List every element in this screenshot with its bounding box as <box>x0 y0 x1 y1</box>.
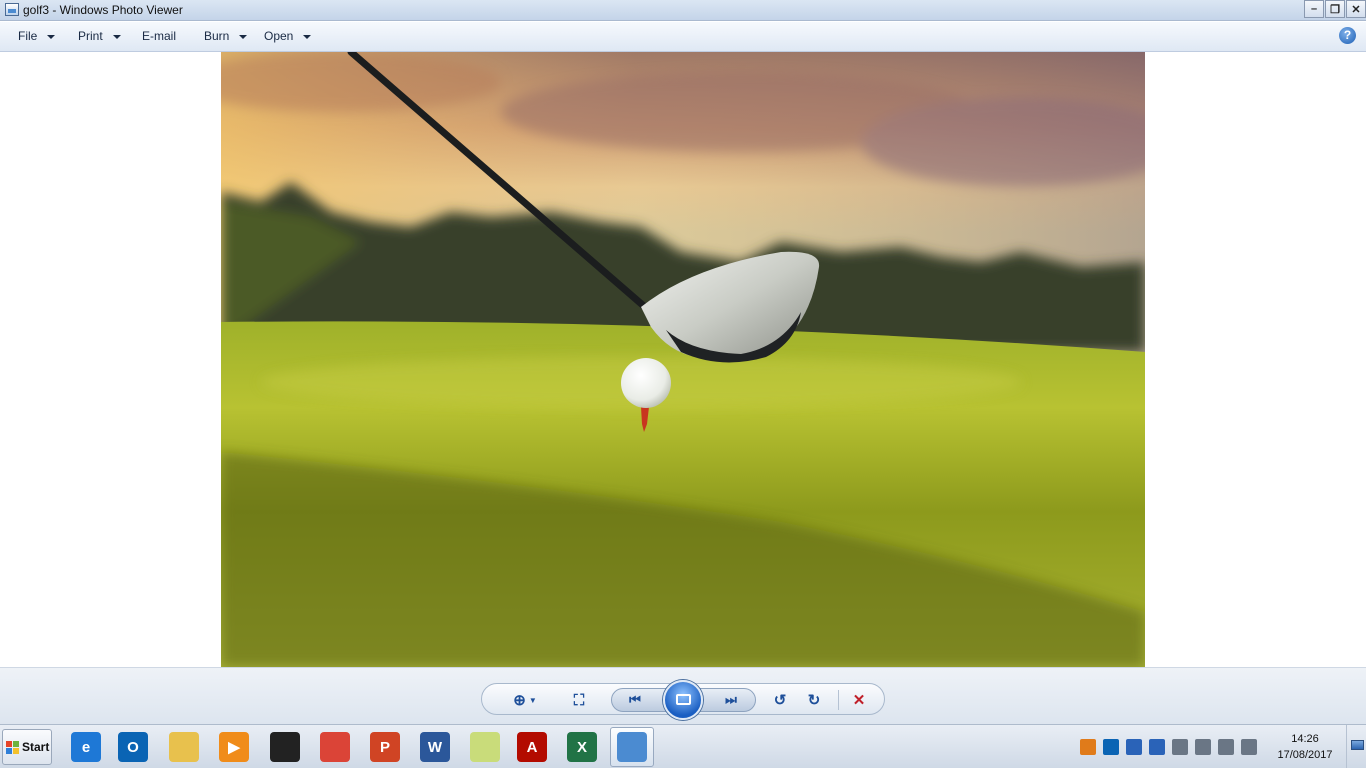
clock-date: 17/08/2017 <box>1277 749 1333 761</box>
golf-photo[interactable] <box>221 52 1145 667</box>
minimize-button[interactable]: – <box>1304 0 1324 18</box>
menu-burn[interactable]: Burn <box>204 29 248 43</box>
taskbar: Start e O ▶ P W A X 14:26 17/08/2017 <box>0 724 1366 768</box>
window-title: golf3 - Windows Photo Viewer <box>23 3 183 17</box>
start-button[interactable]: Start <box>2 729 52 765</box>
photo-area <box>0 52 1366 667</box>
clock[interactable]: 14:26 17/08/2017 <box>1272 731 1338 763</box>
chevron-down-icon: ▼ <box>528 695 537 705</box>
menu-bar: File Print E-mail Burn Open <box>0 22 1366 52</box>
windows-explorer-icon <box>169 732 199 762</box>
taskbar-chrome[interactable] <box>313 727 357 767</box>
golf-photo-image <box>221 52 1145 667</box>
taskbar-internet-explorer[interactable]: e <box>64 727 108 767</box>
word-icon: W <box>420 732 450 762</box>
taskbar-media-player[interactable]: ▶ <box>212 727 256 767</box>
slideshow-button[interactable] <box>663 680 703 720</box>
menu-burn-label: Burn <box>204 29 230 43</box>
java-icon[interactable] <box>1080 739 1096 755</box>
close-button[interactable]: ✕ <box>1346 0 1366 18</box>
media-player-icon: ▶ <box>219 732 249 762</box>
excel-icon: X <box>567 732 597 762</box>
outlook-icon: O <box>118 732 148 762</box>
viewer-control-bar: ⊕ ▼ ⛶ ⏮ ⏭ ↺ ↻ ✕ <box>0 667 1366 724</box>
chevron-down-icon <box>47 34 56 39</box>
menu-file-label: File <box>18 29 38 43</box>
chevron-down-icon <box>239 34 248 39</box>
windows-logo-icon <box>6 740 19 754</box>
outlook-tray-icon[interactable] <box>1103 739 1119 755</box>
network-signal-icon[interactable] <box>1218 739 1234 755</box>
action-center-flag-icon[interactable] <box>1172 739 1188 755</box>
menu-file[interactable]: File <box>18 29 56 43</box>
rotate-counterclockwise-button[interactable]: ↺ <box>770 690 790 710</box>
window-controls: – ❐ ✕ <box>1303 0 1366 21</box>
title-bar: golf3 - Windows Photo Viewer – ❐ ✕ <box>0 0 1366 21</box>
taskbar-powerpoint[interactable]: P <box>363 727 407 767</box>
volume-icon[interactable] <box>1241 739 1257 755</box>
system-tray <box>1080 735 1264 759</box>
security-shield-icon[interactable] <box>1149 739 1165 755</box>
next-icon: ⏭ <box>725 692 737 707</box>
menu-print-label: Print <box>78 29 103 43</box>
chevron-down-icon <box>303 34 312 39</box>
chevron-down-icon <box>112 34 121 39</box>
help-icon[interactable]: ? <box>1339 27 1356 44</box>
chrome-icon <box>320 732 350 762</box>
delete-icon: ✕ <box>852 692 866 709</box>
next-button[interactable]: ⏭ <box>720 690 742 710</box>
taskbar-photo-gallery[interactable] <box>263 727 307 767</box>
previous-icon: ⏮ <box>629 692 641 707</box>
photo-viewer-app-icon[interactable] <box>5 3 19 16</box>
taskbar-windows-explorer[interactable] <box>162 727 206 767</box>
power-icon[interactable] <box>1195 739 1211 755</box>
taskbar-photo-viewer[interactable] <box>610 727 654 767</box>
menu-email-label: E-mail <box>142 29 177 43</box>
sticky-notes-icon <box>470 732 500 762</box>
rotate-ccw-icon: ↺ <box>773 692 787 709</box>
taskbar-acrobat[interactable]: A <box>510 727 554 767</box>
clock-time: 14:26 <box>1291 733 1319 745</box>
desktop-icon <box>1351 740 1364 750</box>
photo-viewer-icon <box>617 732 647 762</box>
taskbar-excel[interactable]: X <box>560 727 604 767</box>
menu-open[interactable]: Open <box>264 29 312 43</box>
separator <box>838 690 839 710</box>
internet-explorer-icon: e <box>71 732 101 762</box>
maximize-button[interactable]: ❐ <box>1325 0 1345 18</box>
previous-button[interactable]: ⏮ <box>624 690 646 710</box>
menu-open-label: Open <box>264 29 294 43</box>
zoom-button[interactable]: ⊕ ▼ <box>508 690 542 710</box>
taskbar-sticky-notes[interactable] <box>463 727 507 767</box>
bluetooth-icon[interactable] <box>1126 739 1142 755</box>
menu-email[interactable]: E-mail <box>142 29 176 43</box>
menu-print[interactable]: Print <box>78 29 121 43</box>
rotate-cw-icon: ↻ <box>807 692 821 709</box>
viewer-controls: ⊕ ▼ ⛶ ⏮ ⏭ ↺ ↻ ✕ <box>481 680 885 720</box>
rotate-clockwise-button[interactable]: ↻ <box>804 690 824 710</box>
start-label: Start <box>22 740 50 754</box>
zoom-icon: ⊕ <box>513 692 526 709</box>
slideshow-icon <box>676 694 691 705</box>
acrobat-icon: A <box>517 732 547 762</box>
taskbar-word[interactable]: W <box>413 727 457 767</box>
delete-button[interactable]: ✕ <box>848 690 870 710</box>
powerpoint-icon: P <box>370 732 400 762</box>
photo-gallery-icon <box>270 732 300 762</box>
show-desktop-button[interactable] <box>1346 725 1366 768</box>
actual-size-button[interactable]: ⛶ <box>568 690 590 710</box>
fit-to-window-icon: ⛶ <box>573 691 585 709</box>
taskbar-outlook[interactable]: O <box>111 727 155 767</box>
